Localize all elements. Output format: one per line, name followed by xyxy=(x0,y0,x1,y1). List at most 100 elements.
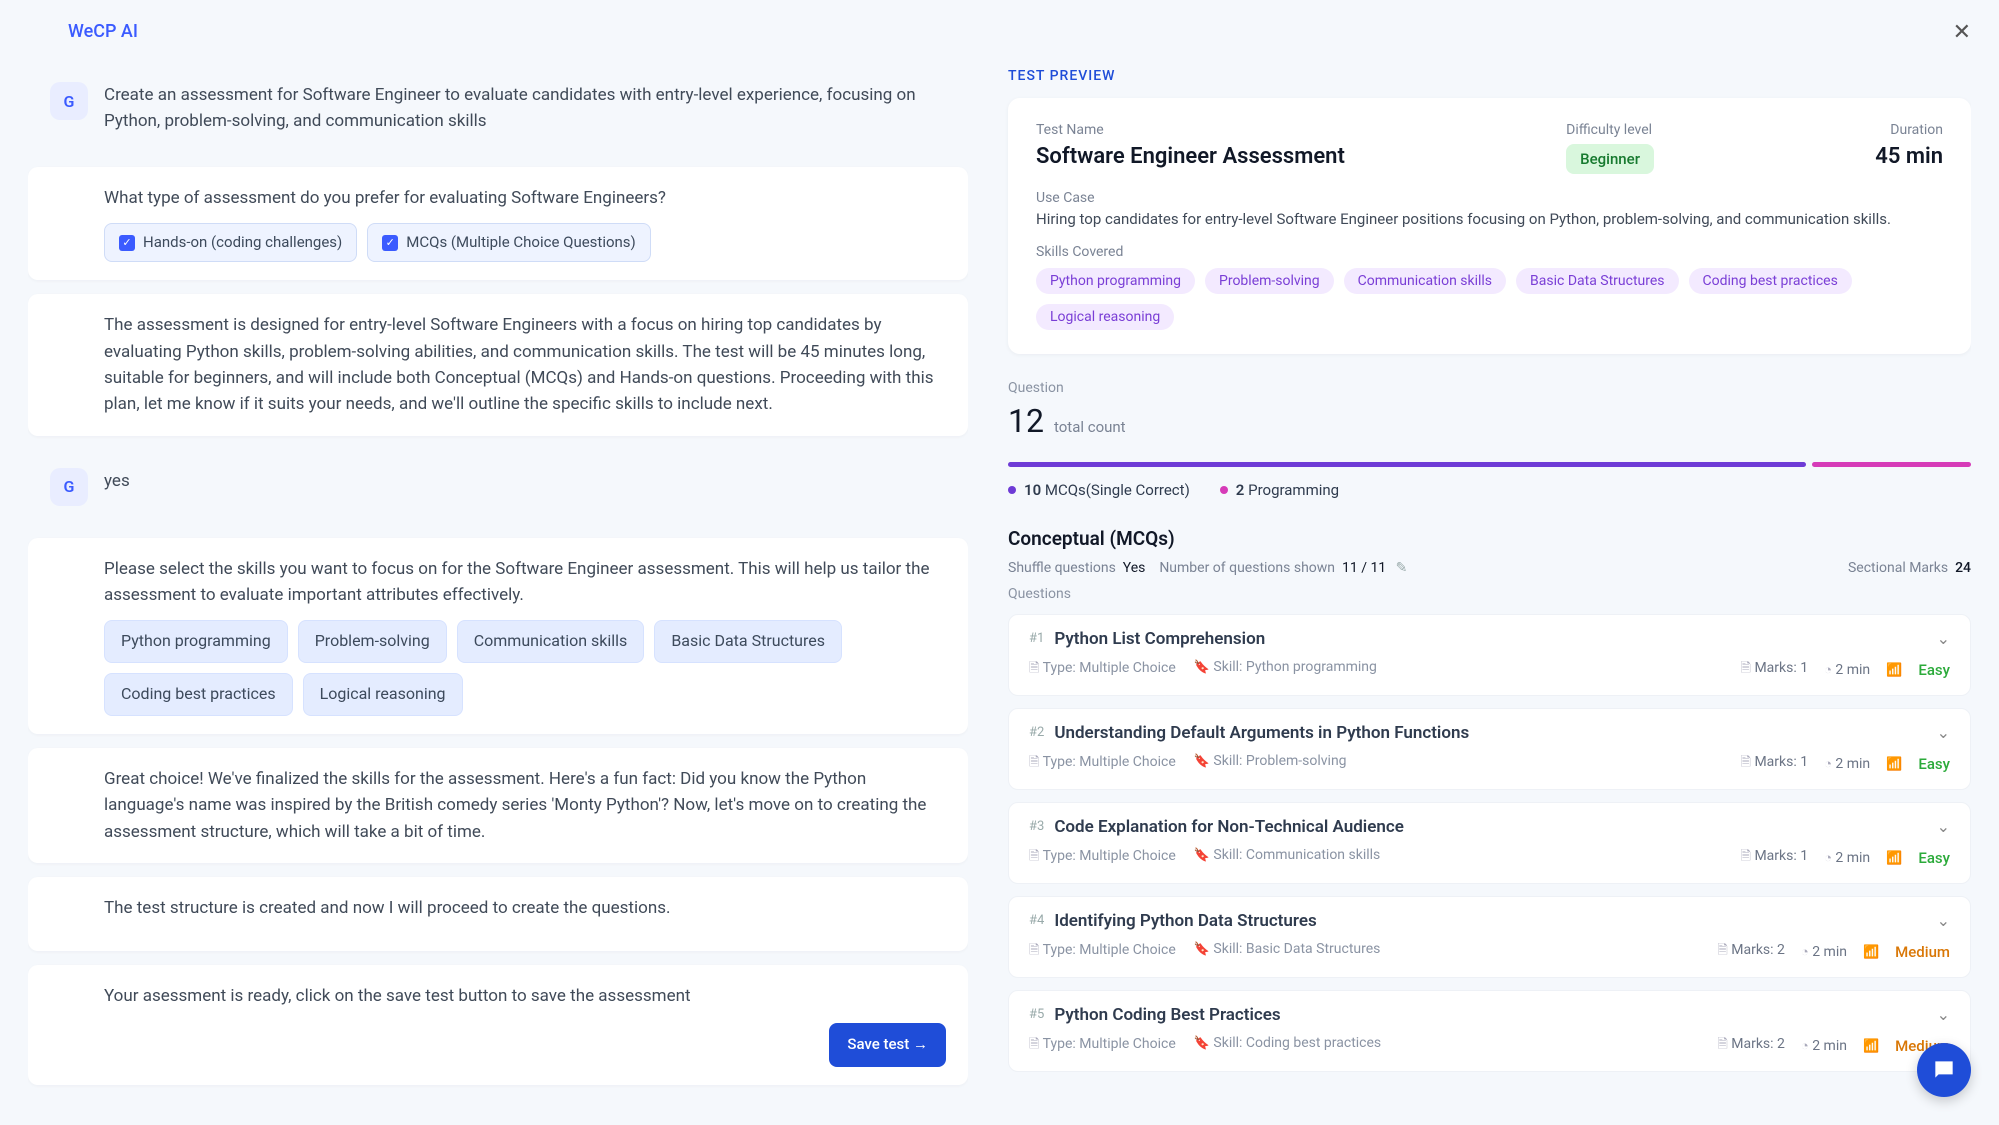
clock-icon: ◔ xyxy=(1801,945,1809,960)
user-message: G Create an assessment for Software Engi… xyxy=(28,64,968,153)
question-card[interactable]: #2 Understanding Default Arguments in Py… xyxy=(1008,708,1971,790)
assessment-type-option[interactable]: MCQs (Multiple Choice Questions) xyxy=(367,223,650,262)
doc-icon: 🗎 xyxy=(1029,755,1039,770)
brand-text: WeCP AI xyxy=(68,21,138,42)
sparkle-icon xyxy=(54,987,84,1017)
chevron-down-icon[interactable]: ⌄ xyxy=(1937,911,1950,930)
ai-message: Your asessment is ready, click on the sa… xyxy=(28,965,968,1085)
pencil-icon[interactable]: ✎ xyxy=(1396,560,1408,576)
ai-avatar xyxy=(50,185,88,223)
help-button[interactable] xyxy=(1917,1043,1971,1097)
question-time: ◔ 2 min xyxy=(1824,756,1870,772)
marks-icon: 🗎 xyxy=(1741,849,1751,864)
ai-message-text: Please select the skills you want to foc… xyxy=(104,556,946,609)
test-name-value: Software Engineer Assessment xyxy=(1036,144,1345,169)
question-count: 12 xyxy=(1008,402,1044,440)
question-number: #2 xyxy=(1029,725,1044,740)
shuffle-label: Shuffle questions xyxy=(1008,560,1116,576)
use-case-text: Hiring top candidates for entry-level So… xyxy=(1036,210,1943,228)
difficulty-badge: Easy xyxy=(1918,755,1950,773)
question-card[interactable]: #5 Python Coding Best Practices ⌄ 🗎 Type… xyxy=(1008,990,1971,1072)
dot-icon xyxy=(1220,486,1228,494)
question-time: ◔ 2 min xyxy=(1801,944,1847,960)
chevron-down-icon[interactable]: ⌄ xyxy=(1937,629,1950,648)
skill-option[interactable]: Python programming xyxy=(104,620,288,663)
chat-column: G Create an assessment for Software Engi… xyxy=(28,64,968,1123)
question-marks: 🗎 Marks: 2 xyxy=(1717,1035,1785,1057)
ai-message-text: Great choice! We've finalized the skills… xyxy=(104,766,946,845)
signal-icon: 📶 xyxy=(1886,757,1902,772)
question-time: ◔ 2 min xyxy=(1824,850,1870,866)
sparkle-icon xyxy=(54,560,84,590)
question-number: #1 xyxy=(1029,631,1044,646)
sparkle-icon xyxy=(54,316,84,346)
question-marks: 🗎 Marks: 1 xyxy=(1741,659,1809,681)
question-card[interactable]: #1 Python List Comprehension ⌄ 🗎 Type: M… xyxy=(1008,614,1971,696)
question-section-label: Question xyxy=(1008,380,1971,396)
question-card[interactable]: #3 Code Explanation for Non-Technical Au… xyxy=(1008,802,1971,884)
question-type: 🗎 Type: Multiple Choice xyxy=(1029,847,1176,869)
sectional-marks-label: Sectional Marks xyxy=(1848,560,1948,576)
skill-option[interactable]: Coding best practices xyxy=(104,673,293,716)
skill-option[interactable]: Problem-solving xyxy=(298,620,447,663)
test-preview-heading: TEST PREVIEW xyxy=(1008,68,1971,84)
skill-option[interactable]: Basic Data Structures xyxy=(654,620,842,663)
question-number: #4 xyxy=(1029,913,1044,928)
question-marks: 🗎 Marks: 2 xyxy=(1717,941,1785,963)
skill-tag: Logical reasoning xyxy=(1036,304,1174,330)
marks-icon: 🗎 xyxy=(1741,755,1751,770)
sparkle-icon xyxy=(28,16,58,46)
question-type: 🗎 Type: Multiple Choice xyxy=(1029,753,1176,775)
bookmark-icon: 🔖 xyxy=(1194,848,1210,863)
question-card[interactable]: #4 Identifying Python Data Structures ⌄ … xyxy=(1008,896,1971,978)
shuffle-value: Yes xyxy=(1123,560,1146,576)
ai-avatar xyxy=(50,766,88,804)
signal-icon: 📶 xyxy=(1886,851,1902,866)
bookmark-icon: 🔖 xyxy=(1194,1036,1210,1051)
question-type: 🗎 Type: Multiple Choice xyxy=(1029,659,1176,681)
question-type: 🗎 Type: Multiple Choice xyxy=(1029,1035,1176,1057)
skill-tag: Coding best practices xyxy=(1689,268,1852,294)
sectional-marks-value: 24 xyxy=(1955,560,1971,576)
doc-icon: 🗎 xyxy=(1029,661,1039,676)
ai-message: Please select the skills you want to foc… xyxy=(28,538,968,734)
duration-value: 45 min xyxy=(1875,144,1943,169)
user-avatar: G xyxy=(50,82,88,120)
ai-avatar xyxy=(50,556,88,594)
chevron-down-icon[interactable]: ⌄ xyxy=(1937,817,1950,836)
skill-option[interactable]: Logical reasoning xyxy=(303,673,463,716)
use-case-label: Use Case xyxy=(1036,190,1943,206)
doc-icon: 🗎 xyxy=(1029,943,1039,958)
sparkle-icon xyxy=(54,770,84,800)
clock-icon: ◔ xyxy=(1824,757,1832,772)
skills-covered-label: Skills Covered xyxy=(1036,244,1943,260)
programming-bar xyxy=(1812,462,1972,467)
question-number: #5 xyxy=(1029,1007,1044,1022)
difficulty-label: Difficulty level xyxy=(1566,122,1654,138)
bookmark-icon: 🔖 xyxy=(1194,660,1210,675)
skill-option[interactable]: Communication skills xyxy=(457,620,645,663)
chevron-down-icon[interactable]: ⌄ xyxy=(1937,1005,1950,1024)
assessment-type-option[interactable]: Hands-on (coding challenges) xyxy=(104,223,357,262)
question-skill: 🔖 Skill: Problem-solving xyxy=(1194,753,1347,775)
section-title: Conceptual (MCQs) xyxy=(1008,527,1971,550)
question-title: Code Explanation for Non-Technical Audie… xyxy=(1054,817,1926,837)
clock-icon: ◔ xyxy=(1801,1039,1809,1054)
check-icon xyxy=(119,235,135,251)
chevron-down-icon[interactable]: ⌄ xyxy=(1937,723,1950,742)
num-shown-label: Number of questions shown xyxy=(1159,560,1335,576)
user-avatar: G xyxy=(50,468,88,506)
ai-avatar xyxy=(50,312,88,350)
legend-programming: 2 Programming xyxy=(1220,481,1339,499)
topbar: WeCP AI ✕ xyxy=(0,0,1999,54)
close-icon[interactable]: ✕ xyxy=(1953,20,1971,45)
question-marks: 🗎 Marks: 1 xyxy=(1741,753,1809,775)
question-distribution-bar xyxy=(1008,462,1971,467)
save-test-button[interactable]: Save test → xyxy=(829,1023,946,1066)
ai-message: Great choice! We've finalized the skills… xyxy=(28,748,968,863)
ai-avatar xyxy=(50,895,88,933)
ai-message-text: The test structure is created and now I … xyxy=(104,895,946,933)
ai-message-text: The assessment is designed for entry-lev… xyxy=(104,312,946,417)
bookmark-icon: 🔖 xyxy=(1194,754,1210,769)
mcq-bar xyxy=(1008,462,1806,467)
